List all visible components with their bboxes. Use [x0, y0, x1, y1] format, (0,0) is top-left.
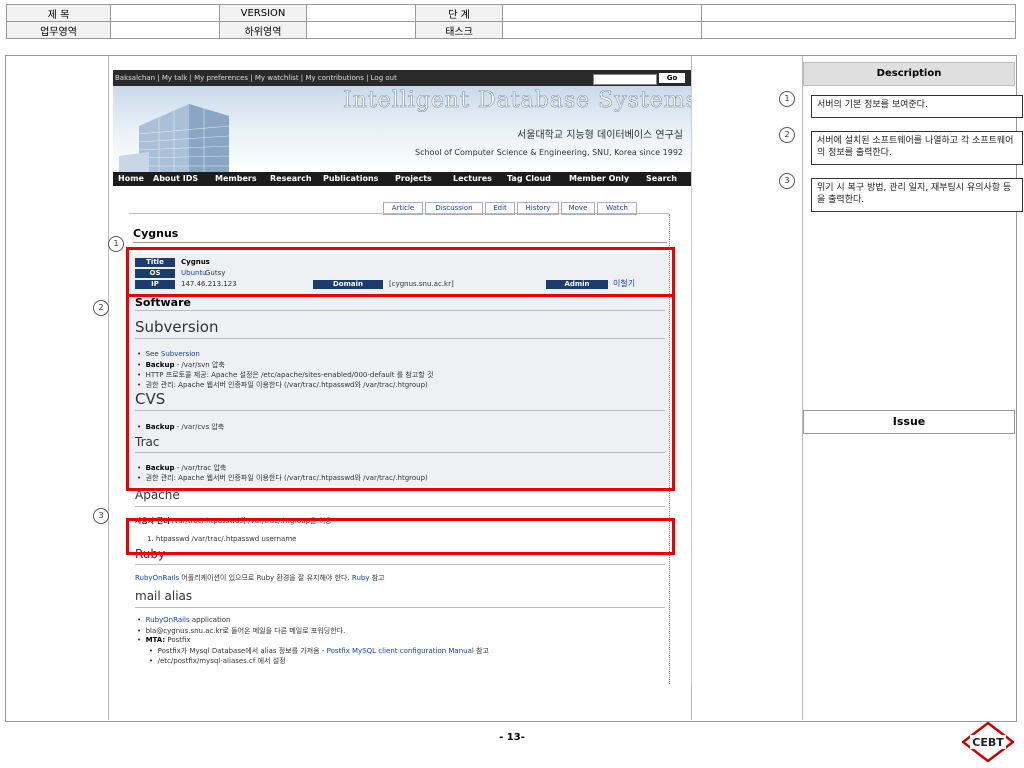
area-label: 업무영역 — [6, 21, 111, 39]
document-header-table: 제 목 VERSION 단 계 업무영역 하위영역 태스크 — [6, 4, 1016, 39]
rubyonrails-link[interactable]: RubyOnRails — [146, 616, 190, 624]
task-value — [502, 21, 702, 39]
callout-1: 1 — [779, 91, 795, 107]
stage-value — [502, 4, 702, 22]
postfix-manual-link[interactable]: Postfix MySQL client configuration Manua… — [327, 647, 474, 655]
heading-rule — [135, 506, 665, 507]
nav-lectures[interactable]: Lectures — [453, 172, 492, 186]
nav-member-only[interactable]: Member Only — [569, 172, 629, 186]
nav-projects[interactable]: Projects — [395, 172, 432, 186]
list-item: • RubyOnRails application — [137, 616, 231, 624]
nav-members[interactable]: Members — [215, 172, 257, 186]
frame-divider — [108, 56, 109, 720]
description-heading: Description — [803, 62, 1015, 86]
callout-2: 2 — [93, 300, 109, 316]
nav-publications[interactable]: Publications — [323, 172, 378, 186]
user-links[interactable]: Baksalchan | My talk | My preferences | … — [115, 70, 397, 86]
page-title: Cygnus — [133, 227, 179, 240]
list-item: • bla@cygnus.snu.ac.kr로 들어온 메일을 다른 메일로 포… — [137, 627, 346, 635]
callout-3: 3 — [779, 173, 795, 189]
title-value — [110, 4, 220, 22]
callout-3: 3 — [93, 508, 109, 524]
heading-rule — [135, 607, 665, 608]
go-button[interactable]: Go — [659, 73, 685, 83]
nav-search[interactable]: Search — [646, 172, 677, 186]
callout-1: 1 — [108, 236, 124, 252]
version-label: VERSION — [219, 4, 307, 22]
nav-about-ids[interactable]: About IDS — [153, 172, 198, 186]
cebt-logo: CEBT — [962, 722, 1014, 762]
heading-rule — [135, 564, 665, 565]
description-item-1: 서버의 기본 정보를 보여준다. — [811, 95, 1023, 118]
highlight-box-3 — [126, 518, 675, 555]
building-image — [119, 104, 230, 172]
highlight-box-1 — [126, 247, 675, 297]
list-item: • Postfix가 Mysql Database에서 alias 정보를 가져… — [149, 647, 489, 655]
version-value — [306, 4, 416, 22]
list-item: • MTA: Postfix — [137, 636, 191, 644]
search-input[interactable] — [593, 74, 657, 85]
highlight-box-2 — [126, 294, 675, 491]
lab-title: Intelligent Database Systems Lab. — [343, 88, 692, 114]
nav-tag-cloud[interactable]: Tag Cloud — [507, 172, 551, 186]
main-nav: Home About IDS Members Research Publicat… — [113, 172, 691, 186]
ruby-link[interactable]: Ruby — [352, 574, 370, 582]
list-item: • /etc/postfix/mysql-aliases.cf 에서 설정 — [149, 657, 286, 665]
subarea-label: 하위영역 — [219, 21, 307, 39]
description-item-3: 위기 시 복구 방법, 관리 일지, 재부팅시 유의사항 등을 출력한다. — [811, 178, 1023, 212]
subarea-value — [306, 21, 416, 39]
description-item-2: 서버에 설치된 소프트웨어를 나열하고 각 소프트웨어의 정보를 출력한다. — [811, 131, 1023, 165]
callout-2: 2 — [779, 127, 795, 143]
lab-korean-name: 서울대학교 지능형 데이터베이스 연구실 — [517, 130, 683, 141]
site-banner: Intelligent Database Systems Lab. 서울대학교 … — [113, 86, 691, 172]
rubyonrails-link[interactable]: RubyOnRails — [135, 574, 179, 582]
title-label: 제 목 — [6, 4, 111, 22]
ruby-line: RubyOnRails 어플리케이션이 있으므로 Ruby 환경을 잘 유지해야… — [135, 574, 385, 582]
frame-divider — [802, 56, 803, 720]
title-rule — [133, 242, 667, 243]
page-number: - 13- — [499, 732, 525, 743]
nav-home[interactable]: Home — [118, 172, 144, 186]
header-empty-cell — [701, 4, 1016, 22]
area-value — [110, 21, 220, 39]
nav-research[interactable]: Research — [270, 172, 312, 186]
header-empty-cell — [701, 21, 1016, 39]
mail-alias-heading: mail alias — [135, 589, 193, 603]
task-label: 태스크 — [415, 21, 503, 39]
lab-english-subtitle: School of Computer Science & Engineering… — [415, 148, 683, 157]
svg-text:CEBT: CEBT — [972, 736, 1004, 749]
user-toolbar: Baksalchan | My talk | My preferences | … — [113, 70, 691, 86]
stage-label: 단 계 — [415, 4, 503, 22]
issue-heading: Issue — [803, 410, 1015, 434]
